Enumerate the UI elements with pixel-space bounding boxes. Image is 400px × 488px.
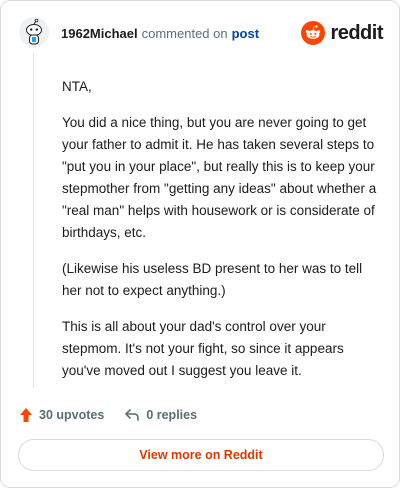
snoo-avatar-icon <box>19 17 49 47</box>
upvote-button[interactable]: 30 upvotes <box>19 407 104 423</box>
comment-paragraph: This is all about your dad's control ove… <box>62 319 344 378</box>
reddit-wordmark: reddit <box>330 21 383 44</box>
comment-body: NTA, You did a nice thing, but you are n… <box>62 76 382 396</box>
comment-actions: 30 upvotes 0 replies <box>19 405 197 425</box>
thread-line <box>33 53 34 388</box>
comment-meta: 1962Michael commented on post <box>61 26 259 42</box>
reddit-logo[interactable]: reddit <box>301 19 383 47</box>
comment-paragraph: You did a nice thing, but you are never … <box>62 115 377 240</box>
comment-header: 1962Michael commented on post reddit <box>19 17 383 51</box>
user-avatar[interactable] <box>19 17 49 47</box>
post-link[interactable]: post <box>232 26 259 41</box>
upvote-arrow-icon <box>20 408 32 422</box>
action-text: commented on <box>141 26 228 41</box>
comment-paragraph: NTA, <box>62 79 92 94</box>
replies-button[interactable]: 0 replies <box>124 408 197 422</box>
reply-arrow-icon <box>125 409 140 421</box>
username[interactable]: 1962Michael <box>61 26 138 41</box>
reply-count: 0 replies <box>146 408 198 422</box>
view-more-button[interactable]: View more on Reddit <box>18 439 384 471</box>
reddit-snoo-icon <box>301 21 326 45</box>
reddit-embed-card: 1962Michael commented on post reddit NTA, … <box>0 0 400 488</box>
upvote-count: 30 upvotes <box>39 408 105 422</box>
comment-paragraph: (Likewise his useless BD present to her … <box>62 261 363 298</box>
